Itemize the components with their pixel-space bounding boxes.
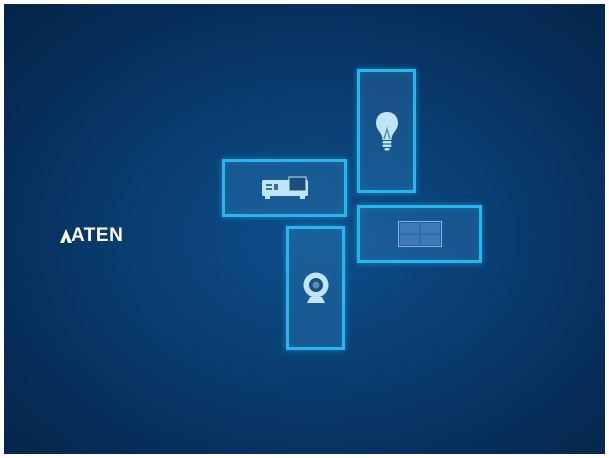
aten-logo: ATEN [60,225,124,246]
camera-tile[interactable] [286,226,345,350]
lightbulb-icon [375,112,398,151]
projector-tile[interactable] [222,159,347,217]
logo-text: ATEN [71,225,124,246]
lighting-tile[interactable] [357,69,416,193]
projector-icon [261,176,308,199]
webcam-icon [303,272,328,303]
display-tile[interactable] [357,205,482,263]
control-screen: ATEN [4,4,605,454]
video-wall-icon [397,221,442,247]
